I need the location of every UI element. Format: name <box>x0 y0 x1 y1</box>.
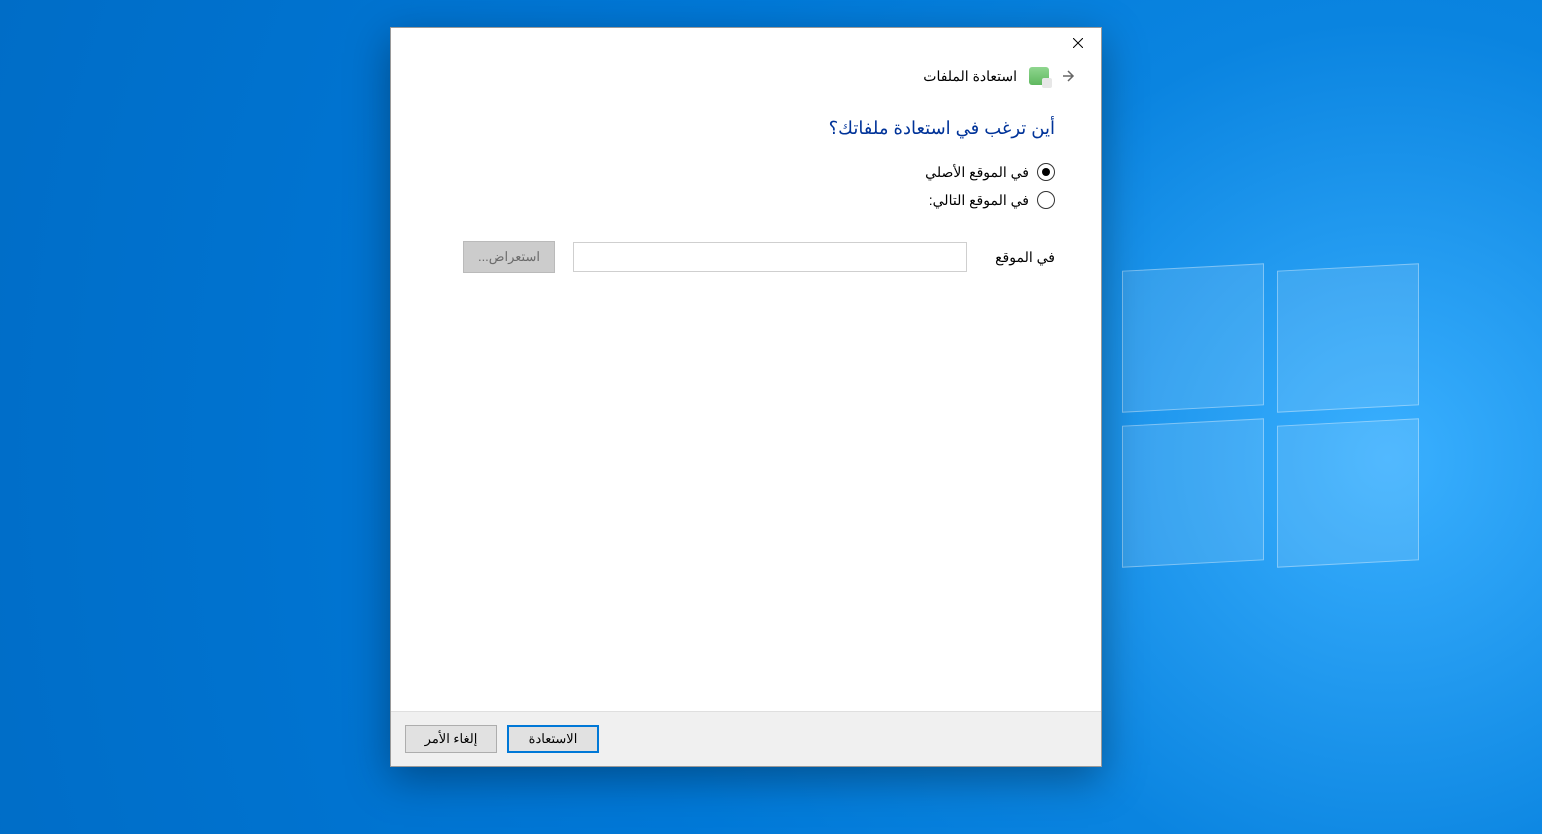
radio-icon <box>1037 191 1055 209</box>
cancel-button[interactable]: إلغاء الأمر <box>405 725 497 753</box>
windows-logo <box>1122 267 1422 567</box>
dialog-footer: الاستعادة إلغاء الأمر <box>391 711 1101 766</box>
browse-button[interactable]: استعراض... <box>463 241 555 273</box>
page-heading: أين ترغب في استعادة ملفاتك؟ <box>421 118 1055 139</box>
restore-icon <box>1029 67 1049 85</box>
close-icon <box>1073 38 1083 48</box>
wizard-header: استعادة الملفات <box>391 66 1101 100</box>
dialog-titlebar <box>391 28 1101 66</box>
radio-label-following: في الموقع التالي: <box>929 192 1029 209</box>
radio-label-original: في الموقع الأصلي <box>925 164 1029 181</box>
desktop-background: استعادة الملفات أين ترغب في استعادة ملفا… <box>0 0 1542 834</box>
close-button[interactable] <box>1055 28 1101 58</box>
location-label: في الموقع <box>985 249 1055 266</box>
radio-option-following[interactable]: في الموقع التالي: <box>421 191 1055 209</box>
radio-option-original[interactable]: في الموقع الأصلي <box>421 163 1055 181</box>
back-arrow-icon[interactable] <box>1061 66 1081 86</box>
wizard-title: استعادة الملفات <box>923 68 1017 85</box>
radio-icon <box>1037 163 1055 181</box>
dialog-content: أين ترغب في استعادة ملفاتك؟ في الموقع ال… <box>391 100 1101 711</box>
restore-files-dialog: استعادة الملفات أين ترغب في استعادة ملفا… <box>390 27 1102 767</box>
restore-button[interactable]: الاستعادة <box>507 725 599 753</box>
location-input[interactable] <box>573 242 967 272</box>
location-row: في الموقع استعراض... <box>421 241 1055 273</box>
